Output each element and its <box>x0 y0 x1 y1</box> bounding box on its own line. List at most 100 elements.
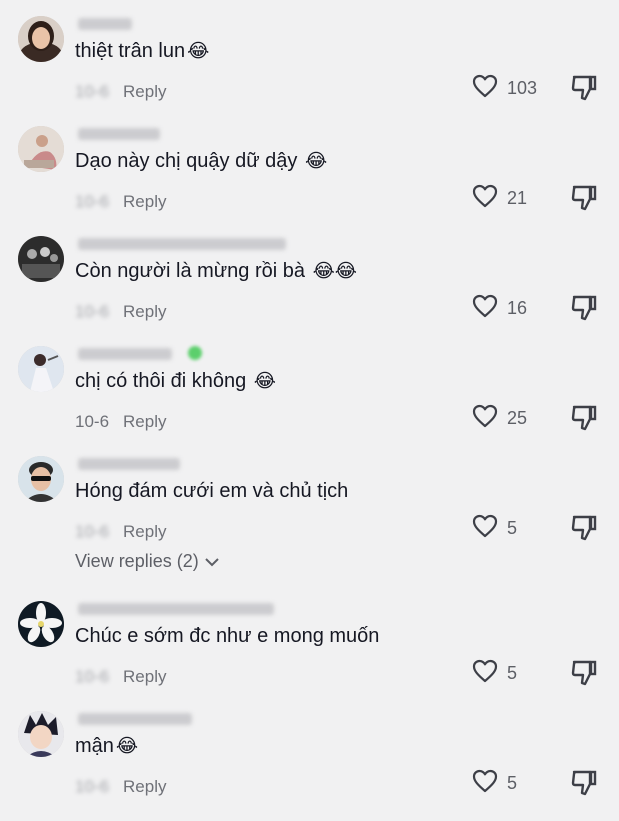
reply-button[interactable]: Reply <box>123 412 166 432</box>
like-count: 21 <box>507 188 528 208</box>
laughing-emoji-icon: 😂 <box>253 371 276 392</box>
comment-text: Còn người là mừng rồi bà 😂😂 <box>75 260 357 283</box>
comment-item: mận 😂 10-6 Reply 5 <box>0 711 619 821</box>
comment-body: Dạo này chị quậy dữ dậy <box>75 150 303 172</box>
like-button[interactable]: 5 <box>472 659 517 688</box>
thumbs-down-icon <box>570 75 598 105</box>
username-blurred[interactable] <box>78 603 274 615</box>
comment-meta: 10-6 Reply <box>75 192 167 212</box>
comment-meta: 10-6 Reply <box>75 82 167 102</box>
comment-meta: 10-6 Reply <box>75 302 167 322</box>
avatar[interactable] <box>18 346 64 392</box>
like-button[interactable]: 16 <box>472 294 527 323</box>
avatar[interactable] <box>18 601 64 647</box>
thumbs-down-icon <box>570 770 598 800</box>
avatar[interactable] <box>18 16 64 62</box>
comment-meta: 10-6 Reply <box>75 412 167 432</box>
badge-icon <box>188 346 202 360</box>
username-blurred[interactable] <box>78 18 132 30</box>
like-button[interactable]: 25 <box>472 404 527 433</box>
like-button[interactable]: 5 <box>472 514 517 543</box>
reply-button[interactable]: Reply <box>123 777 166 797</box>
dislike-button[interactable] <box>570 768 598 801</box>
view-replies-label: View replies (2) <box>75 551 199 571</box>
dislike-button[interactable] <box>570 73 598 106</box>
comment-date: 10-6 <box>75 412 110 431</box>
laughing-emoji-icon: 😂😂 <box>312 261 357 282</box>
comment-body: Hóng đám cưới em và chủ tịch <box>75 480 349 502</box>
heart-outline-icon <box>472 294 498 323</box>
dislike-button[interactable] <box>570 403 598 436</box>
view-replies-button[interactable]: View replies (2) <box>75 551 219 572</box>
comment-item: chị có thôi đi không 😂 10-6 Reply 25 <box>0 346 619 456</box>
dislike-button[interactable] <box>570 513 598 546</box>
reply-button[interactable]: Reply <box>123 667 166 687</box>
heart-outline-icon <box>472 659 498 688</box>
comment-body: mận <box>75 735 114 757</box>
like-count: 5 <box>507 518 518 538</box>
heart-outline-icon <box>472 404 498 433</box>
laughing-emoji-icon: 😂 <box>304 151 328 172</box>
like-button[interactable]: 5 <box>472 769 517 798</box>
comment-date: 10-6 <box>75 82 110 101</box>
comment-meta: 10-6 Reply <box>75 522 167 542</box>
comment-meta: 10-6 Reply <box>75 777 167 797</box>
thumbs-down-icon <box>570 660 598 690</box>
comment-text: chị có thôi đi không 😂 <box>75 370 276 393</box>
like-count: 25 <box>507 408 528 428</box>
avatar[interactable] <box>18 711 64 757</box>
comment-item: Còn người là mừng rồi bà 😂😂 10-6 Reply 16 <box>0 236 619 346</box>
avatar[interactable] <box>18 126 64 172</box>
username-blurred[interactable] <box>78 458 180 470</box>
like-button[interactable]: 21 <box>472 184 527 213</box>
comment-date: 10-6 <box>75 667 110 686</box>
comment-date: 10-6 <box>75 522 110 541</box>
heart-outline-icon <box>472 514 498 543</box>
thumbs-down-icon <box>570 185 598 215</box>
like-count: 5 <box>507 773 518 793</box>
avatar[interactable] <box>18 456 64 502</box>
comment-item: Dạo này chị quậy dữ dậy 😂 10-6 Reply 21 <box>0 126 619 236</box>
dislike-button[interactable] <box>570 183 598 216</box>
laughing-emoji-icon: 😂 <box>187 41 210 62</box>
like-button[interactable]: 103 <box>472 74 537 103</box>
like-count: 16 <box>507 298 528 318</box>
reply-button[interactable]: Reply <box>123 522 166 542</box>
like-count: 103 <box>507 78 538 98</box>
laughing-emoji-icon: 😂 <box>115 736 139 757</box>
thumbs-down-icon <box>570 295 598 325</box>
comment-item: Hóng đám cưới em và chủ tịch 10-6 Reply 5 <box>0 456 619 566</box>
username-blurred[interactable] <box>78 348 172 360</box>
comment-item: thiệt trân lun 😂 10-6 Reply 103 <box>0 16 619 126</box>
username-blurred[interactable] <box>78 238 286 250</box>
comment-body: Còn người là mừng rồi bà <box>75 260 311 282</box>
dislike-button[interactable] <box>570 293 598 326</box>
comment-date: 10-6 <box>75 302 110 321</box>
heart-outline-icon <box>472 184 498 213</box>
reply-button[interactable]: Reply <box>123 192 166 212</box>
comment-text: mận 😂 <box>75 735 138 758</box>
heart-outline-icon <box>472 74 498 103</box>
comment-item: Chúc e sớm đc như e mong muốn 10-6 Reply 5 <box>0 601 619 711</box>
reply-button[interactable]: Reply <box>123 82 166 102</box>
username-blurred[interactable] <box>78 128 160 140</box>
thumbs-down-icon <box>570 405 598 435</box>
reply-button[interactable]: Reply <box>123 302 166 322</box>
comment-meta: 10-6 Reply <box>75 667 167 687</box>
thumbs-down-icon <box>570 515 598 545</box>
comment-body: chị có thôi đi không <box>75 370 252 392</box>
heart-outline-icon <box>472 769 498 798</box>
comment-text: Dạo này chị quậy dữ dậy 😂 <box>75 150 327 173</box>
dislike-button[interactable] <box>570 658 598 691</box>
avatar[interactable] <box>18 236 64 282</box>
comment-text: Hóng đám cưới em và chủ tịch <box>75 480 350 503</box>
comment-text: thiệt trân lun 😂 <box>75 40 209 63</box>
comment-body: Chúc e sớm đc như e mong muốn <box>75 625 380 647</box>
like-count: 5 <box>507 663 518 683</box>
username-blurred[interactable] <box>78 713 192 725</box>
comment-date: 10-6 <box>75 192 110 211</box>
comment-body: thiệt trân lun <box>75 40 186 62</box>
comment-date: 10-6 <box>75 777 110 796</box>
comment-text: Chúc e sớm đc như e mong muốn <box>75 625 381 648</box>
chevron-down-icon <box>205 557 219 566</box>
